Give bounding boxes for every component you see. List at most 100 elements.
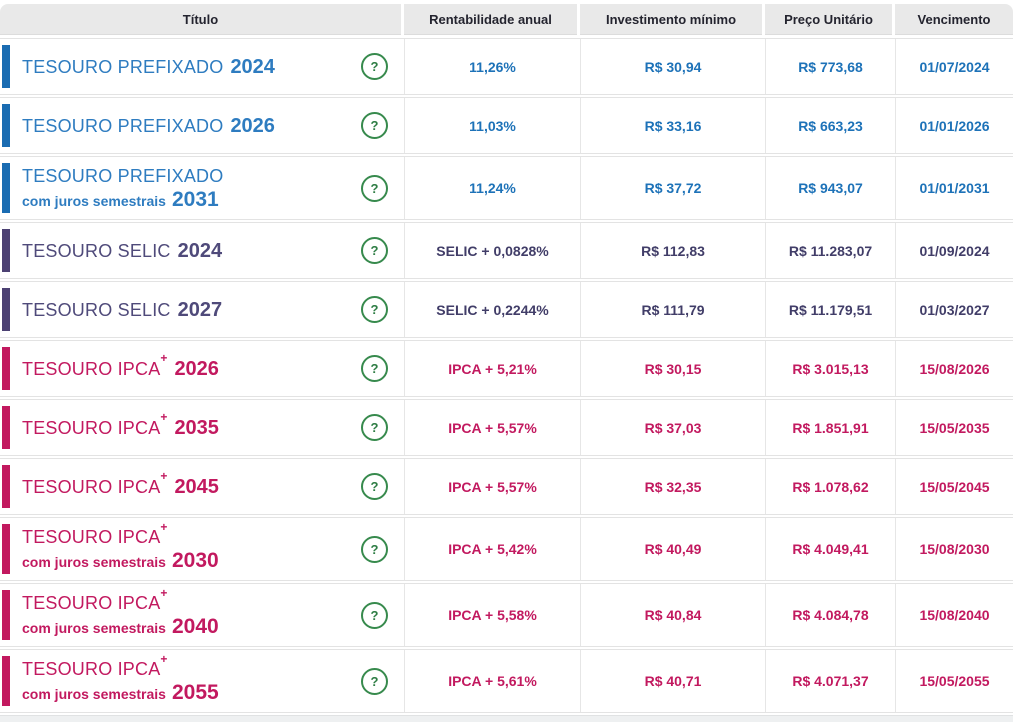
- bond-title-link[interactable]: TESOURO IPCA+ com juros semestrais 2040: [22, 586, 361, 638]
- maturity-date-cell: 01/03/2027: [895, 282, 1013, 337]
- bond-name: TESOURO IPCA: [22, 592, 161, 613]
- table-row: TESOURO IPCA+ 2026 ? IPCA + 5,21% R$ 30,1…: [0, 340, 1013, 397]
- bond-color-bar: [2, 347, 10, 390]
- bond-name: TESOURO IPCA: [22, 658, 161, 679]
- annual-rate-cell: 11,26%: [404, 39, 580, 94]
- page-bottom-strip: [0, 715, 1013, 722]
- help-icon[interactable]: ?: [361, 355, 388, 382]
- maturity-date-cell: 01/07/2024: [895, 39, 1013, 94]
- column-header-vencimento: Vencimento: [895, 4, 1013, 35]
- help-icon[interactable]: ?: [361, 667, 388, 695]
- min-investment-cell: R$ 111,79: [580, 282, 765, 337]
- bond-title-link[interactable]: TESOURO PREFIXADO 2026: [22, 115, 361, 137]
- bond-color-bar: [2, 656, 10, 706]
- bond-color-bar: [2, 524, 10, 574]
- table-row: TESOURO PREFIXADO 2024 ? 11,26% R$ 30,94 …: [0, 38, 1013, 95]
- annual-rate-cell: 11,03%: [404, 98, 580, 153]
- bond-color-bar: [2, 406, 10, 449]
- bond-title-link[interactable]: TESOURO IPCA+ com juros semestrais 2055: [22, 652, 361, 704]
- plus-superscript: +: [160, 469, 168, 484]
- unit-price-cell: R$ 663,23: [765, 98, 895, 153]
- annual-rate-cell: IPCA + 5,42%: [404, 518, 580, 580]
- bond-name: TESOURO PREFIXADO: [22, 56, 224, 77]
- bond-color-bar: [2, 229, 10, 272]
- bond-title-link[interactable]: TESOURO IPCA+ 2045: [22, 470, 361, 498]
- bond-name: TESOURO PREFIXADO: [22, 165, 224, 186]
- maturity-date-cell: 01/09/2024: [895, 223, 1013, 278]
- bond-name: TESOURO IPCA: [22, 358, 161, 379]
- table-body: TESOURO PREFIXADO 2024 ? 11,26% R$ 30,94 …: [0, 38, 1013, 713]
- bond-title-link[interactable]: TESOURO PREFIXADO com juros semestrais 20…: [22, 165, 361, 211]
- title-cell: TESOURO IPCA+ com juros semestrais 2055 ?: [0, 650, 404, 712]
- table-row: TESOURO IPCA+ com juros semestrais 2040 ?…: [0, 583, 1013, 647]
- help-icon[interactable]: ?: [361, 174, 388, 202]
- title-cell: TESOURO IPCA+ com juros semestrais 2030 ?: [0, 518, 404, 580]
- annual-rate-cell: SELIC + 0,0828%: [404, 223, 580, 278]
- bond-title-link[interactable]: TESOURO IPCA+ com juros semestrais 2030: [22, 520, 361, 572]
- bond-name: TESOURO PREFIXADO: [22, 115, 224, 136]
- maturity-date-cell: 15/05/2045: [895, 459, 1013, 514]
- help-icon[interactable]: ?: [361, 473, 388, 500]
- bond-subtitle: com juros semestrais: [22, 619, 166, 636]
- help-icon[interactable]: ?: [361, 53, 388, 80]
- bond-year: 2024: [177, 239, 223, 262]
- bond-year: 2024: [230, 55, 275, 78]
- bond-title-link[interactable]: TESOURO IPCA+ 2026: [22, 352, 361, 380]
- unit-price-cell: R$ 943,07: [765, 157, 895, 219]
- min-investment-cell: R$ 32,35: [580, 459, 765, 514]
- bond-year: 2026: [174, 357, 219, 380]
- unit-price-cell: R$ 773,68: [765, 39, 895, 94]
- title-cell: TESOURO IPCA+ 2035 ?: [0, 400, 404, 455]
- bond-year: 2035: [174, 416, 219, 439]
- plus-superscript: +: [160, 351, 168, 366]
- unit-price-cell: R$ 11.283,07: [765, 223, 895, 278]
- bond-color-bar: [2, 45, 10, 88]
- bond-color-bar: [2, 288, 10, 331]
- maturity-date-cell: 15/08/2030: [895, 518, 1013, 580]
- table-row: TESOURO PREFIXADO 2026 ? 11,03% R$ 33,16 …: [0, 97, 1013, 154]
- min-investment-cell: R$ 40,84: [580, 584, 765, 646]
- min-investment-cell: R$ 112,83: [580, 223, 765, 278]
- title-cell: TESOURO IPCA+ 2026 ?: [0, 341, 404, 396]
- plus-superscript: +: [160, 410, 168, 425]
- maturity-date-cell: 01/01/2026: [895, 98, 1013, 153]
- unit-price-cell: R$ 4.049,41: [765, 518, 895, 580]
- bond-title-link[interactable]: TESOURO IPCA+ 2035: [22, 411, 361, 439]
- annual-rate-cell: SELIC + 0,2244%: [404, 282, 580, 337]
- column-header-titulo: Título: [0, 4, 401, 35]
- unit-price-cell: R$ 1.851,91: [765, 400, 895, 455]
- title-cell: TESOURO PREFIXADO com juros semestrais 20…: [0, 157, 404, 219]
- min-investment-cell: R$ 30,94: [580, 39, 765, 94]
- plus-superscript: +: [160, 519, 168, 534]
- plus-superscript: +: [160, 585, 168, 600]
- bond-color-bar: [2, 104, 10, 147]
- bond-title-link[interactable]: TESOURO SELIC 2027: [22, 299, 361, 321]
- title-cell: TESOURO PREFIXADO 2026 ?: [0, 98, 404, 153]
- help-icon[interactable]: ?: [361, 296, 388, 323]
- maturity-date-cell: 15/08/2040: [895, 584, 1013, 646]
- maturity-date-cell: 01/01/2031: [895, 157, 1013, 219]
- bond-name: TESOURO IPCA: [22, 476, 161, 497]
- unit-price-cell: R$ 1.078,62: [765, 459, 895, 514]
- bond-subtitle: com juros semestrais: [22, 553, 166, 570]
- bond-name: TESOURO SELIC: [22, 299, 171, 320]
- min-investment-cell: R$ 37,03: [580, 400, 765, 455]
- column-header-rentabilidade: Rentabilidade anual: [404, 4, 577, 35]
- title-cell: TESOURO IPCA+ 2045 ?: [0, 459, 404, 514]
- bond-title-link[interactable]: TESOURO SELIC 2024: [22, 240, 361, 262]
- bond-name: TESOURO IPCA: [22, 417, 161, 438]
- bond-year: 2027: [177, 298, 223, 321]
- min-investment-cell: R$ 33,16: [580, 98, 765, 153]
- help-icon[interactable]: ?: [361, 112, 388, 139]
- help-icon[interactable]: ?: [361, 237, 388, 264]
- bond-year: 2030: [171, 548, 219, 572]
- bond-name: TESOURO IPCA: [22, 526, 161, 547]
- help-icon[interactable]: ?: [361, 414, 388, 441]
- help-icon[interactable]: ?: [361, 535, 388, 563]
- bond-name: TESOURO SELIC: [22, 240, 171, 261]
- bond-year: 2031: [171, 187, 219, 211]
- maturity-date-cell: 15/05/2055: [895, 650, 1013, 712]
- bond-title-link[interactable]: TESOURO PREFIXADO 2024: [22, 56, 361, 78]
- help-icon[interactable]: ?: [361, 601, 388, 629]
- column-header-investimento-minimo: Investimento mínimo: [580, 4, 762, 35]
